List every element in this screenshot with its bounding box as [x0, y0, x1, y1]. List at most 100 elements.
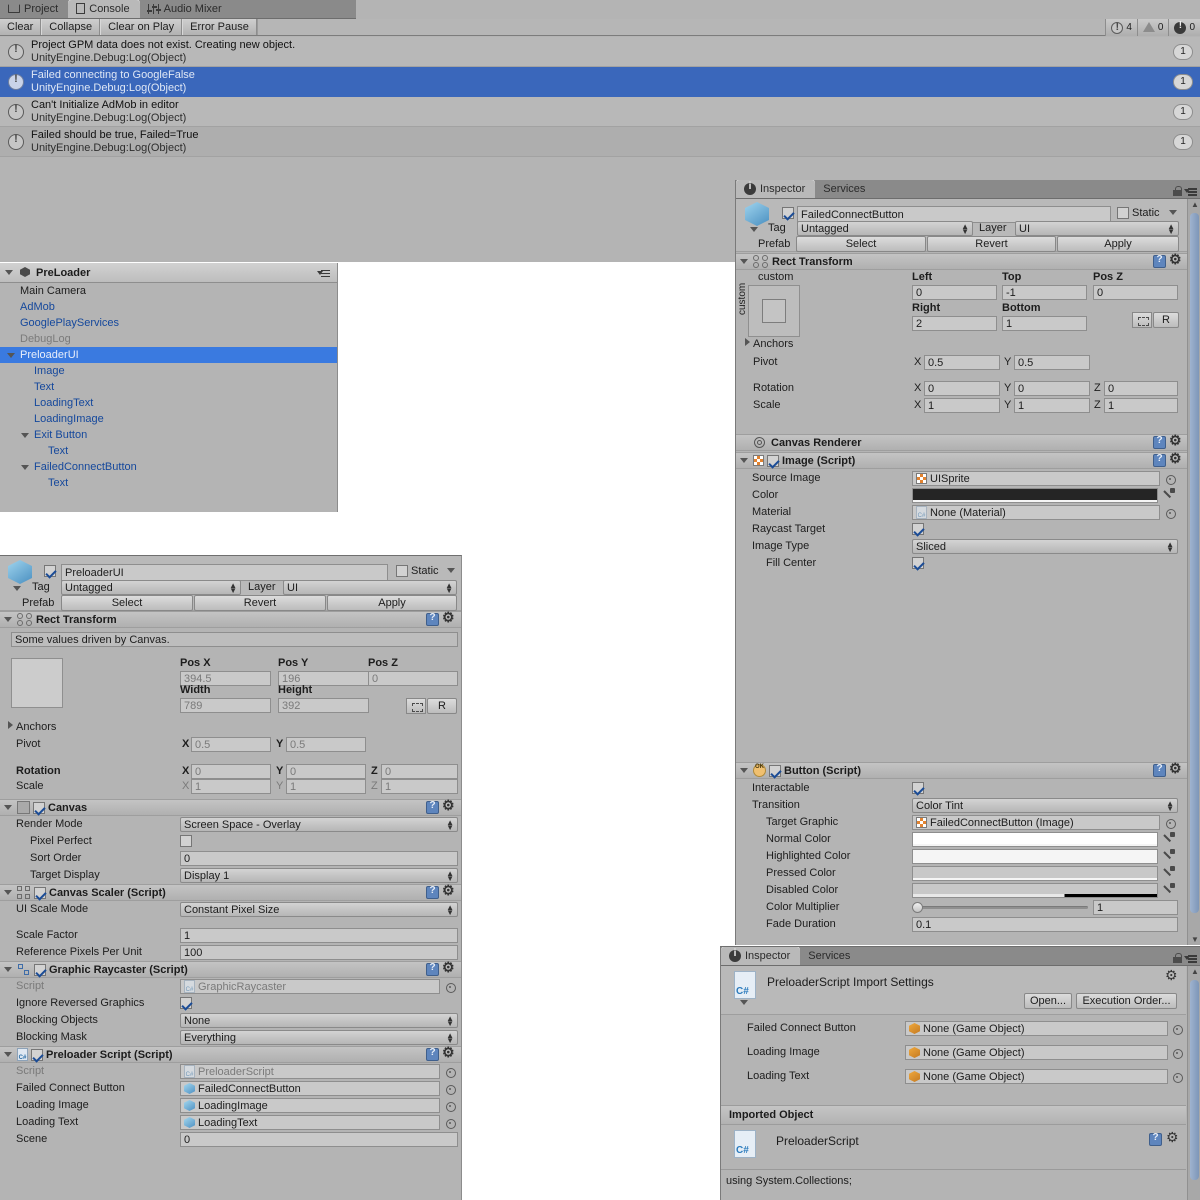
- property-input[interactable]: 100: [180, 945, 458, 960]
- property-object-field[interactable]: None (Material): [912, 505, 1160, 520]
- scroll-up-icon[interactable]: ▲: [1191, 200, 1199, 209]
- tag-dropdown[interactable]: Untagged ▲ ▼: [61, 580, 241, 595]
- static-checkbox[interactable]: [1117, 207, 1129, 219]
- object-picker-icon[interactable]: [1171, 1071, 1183, 1083]
- property-input[interactable]: 0: [180, 851, 458, 866]
- log-entry[interactable]: Failed connecting to GoogleFalse UnityEn…: [0, 67, 1200, 97]
- rotation-x-input[interactable]: 0: [924, 381, 1000, 396]
- anchor-preset-box[interactable]: [11, 658, 63, 708]
- property-input[interactable]: 0: [180, 1132, 458, 1147]
- pivot-x-input[interactable]: 0.5: [924, 355, 1000, 370]
- top-input[interactable]: -1: [1002, 285, 1087, 300]
- scrollbar-thumb[interactable]: [1190, 213, 1199, 913]
- tab-inspector[interactable]: i Inspector: [721, 947, 801, 965]
- prefab-apply-button[interactable]: Apply: [1057, 236, 1179, 252]
- slider-track[interactable]: [912, 906, 1088, 909]
- object-picker-icon[interactable]: [444, 981, 456, 993]
- import-settings-scrollbar[interactable]: ▲: [1187, 966, 1200, 1200]
- hierarchy-item-loadingimage[interactable]: LoadingImage: [0, 411, 337, 427]
- clear-on-play-button[interactable]: Clear on Play: [100, 19, 183, 35]
- slider-value-input[interactable]: 1: [1093, 900, 1178, 915]
- help-icon[interactable]: [1153, 254, 1166, 268]
- chevron-down-icon[interactable]: [20, 430, 31, 441]
- hierarchy-header[interactable]: PreLoader: [0, 263, 337, 283]
- scale-z-input[interactable]: 1: [1104, 398, 1178, 413]
- slider-knob[interactable]: [912, 902, 923, 913]
- warning-counter[interactable]: 0: [1136, 19, 1169, 36]
- scale-x-input[interactable]: 1: [191, 779, 271, 794]
- blueprint-mode-toggle[interactable]: [1132, 312, 1152, 328]
- gear-icon[interactable]: [1169, 760, 1183, 777]
- color-swatch[interactable]: [912, 866, 1158, 881]
- property-object-field[interactable]: None (Game Object): [905, 1021, 1168, 1036]
- gameobject-icon-dropdown[interactable]: [12, 583, 23, 594]
- tab-project[interactable]: Project: [0, 0, 68, 18]
- component-header-button-script[interactable]: OK Button (Script): [736, 760, 1188, 779]
- hierarchy-item-text[interactable]: Text: [0, 443, 337, 459]
- tab-audio-mixer[interactable]: Audio Mixer: [140, 0, 232, 18]
- hierarchy-tree[interactable]: Main Camera AdMob GooglePlayServices DebugL…: [0, 283, 337, 512]
- static-dropdown-icon[interactable]: [446, 565, 457, 576]
- component-header-image-script[interactable]: Image (Script): [736, 450, 1188, 469]
- help-icon[interactable]: [1149, 1132, 1162, 1146]
- prefab-select-button[interactable]: Select: [61, 595, 193, 611]
- static-checkbox[interactable]: [396, 565, 408, 577]
- rotation-x-input[interactable]: 0: [191, 764, 271, 779]
- anchor-preset-box[interactable]: [748, 285, 800, 337]
- asset-icon-dropdown[interactable]: [739, 997, 750, 1008]
- help-icon[interactable]: [426, 800, 439, 814]
- property-input[interactable]: 0.1: [912, 917, 1178, 932]
- chevron-down-icon[interactable]: [3, 887, 14, 898]
- tab-console[interactable]: Console: [68, 0, 140, 18]
- scroll-up-icon[interactable]: ▲: [1191, 967, 1199, 976]
- help-icon[interactable]: [426, 1047, 439, 1061]
- help-icon[interactable]: [1153, 763, 1166, 777]
- gameobject-icon-dropdown[interactable]: [749, 224, 760, 235]
- pivot-y-input[interactable]: 0.5: [286, 737, 366, 752]
- property-object-field[interactable]: FailedConnectButton (Image): [912, 815, 1160, 830]
- inspector-right-scrollbar[interactable]: ▲ ▼: [1187, 199, 1200, 945]
- raw-edit-toggle[interactable]: R: [427, 698, 457, 714]
- object-picker-icon[interactable]: [1171, 1023, 1183, 1035]
- color-swatch[interactable]: [912, 883, 1158, 898]
- gear-icon[interactable]: [442, 959, 456, 976]
- chevron-down-icon[interactable]: [739, 765, 750, 776]
- tab-services[interactable]: Services: [800, 947, 860, 965]
- chevron-down-icon[interactable]: [3, 1049, 14, 1060]
- scale-y-input[interactable]: 1: [286, 779, 366, 794]
- chevron-down-icon[interactable]: [4, 267, 15, 278]
- chevron-down-icon[interactable]: [20, 462, 31, 473]
- help-icon[interactable]: [426, 612, 439, 626]
- bottom-input[interactable]: 1: [1002, 316, 1087, 331]
- eyedropper-icon[interactable]: [1162, 832, 1176, 846]
- property-checkbox[interactable]: [912, 523, 924, 535]
- button-enabled-checkbox[interactable]: [769, 764, 781, 777]
- property-object-field[interactable]: LoadingImage: [180, 1098, 440, 1113]
- gear-icon[interactable]: [442, 1044, 456, 1061]
- hierarchy-item-preloaderui[interactable]: PreloaderUI: [0, 347, 337, 363]
- chevron-down-icon[interactable]: [739, 455, 750, 466]
- gameobject-enabled-checkbox[interactable]: [44, 565, 56, 577]
- help-icon[interactable]: [1153, 435, 1166, 449]
- height-input[interactable]: 392: [278, 698, 369, 713]
- gear-icon[interactable]: [1169, 450, 1183, 467]
- collapse-button[interactable]: Collapse: [41, 19, 101, 35]
- gear-icon[interactable]: [1169, 251, 1183, 268]
- tab-inspector[interactable]: i Inspector: [736, 180, 816, 198]
- execution-order-button[interactable]: Execution Order...: [1076, 993, 1177, 1009]
- rotation-z-input[interactable]: 0: [1104, 381, 1178, 396]
- console-log-list[interactable]: Project GPM data does not exist. Creatin…: [0, 37, 1200, 157]
- image-enabled-checkbox[interactable]: [767, 454, 779, 467]
- property-checkbox[interactable]: [912, 782, 924, 794]
- raw-edit-toggle[interactable]: R: [1153, 312, 1179, 328]
- static-dropdown-icon[interactable]: [1168, 207, 1179, 218]
- property-dropdown[interactable]: Screen Space - Overlay ▲ ▼: [180, 817, 458, 832]
- prefab-revert-button[interactable]: Revert: [194, 595, 326, 611]
- scale-z-input[interactable]: 1: [381, 779, 458, 794]
- chevron-down-icon[interactable]: [3, 614, 14, 625]
- gear-icon[interactable]: [442, 882, 456, 899]
- prefab-revert-button[interactable]: Revert: [927, 236, 1056, 252]
- canvas-scaler-enabled-checkbox[interactable]: [34, 886, 46, 899]
- pivot-x-input[interactable]: 0.5: [191, 737, 271, 752]
- scale-y-input[interactable]: 1: [1014, 398, 1090, 413]
